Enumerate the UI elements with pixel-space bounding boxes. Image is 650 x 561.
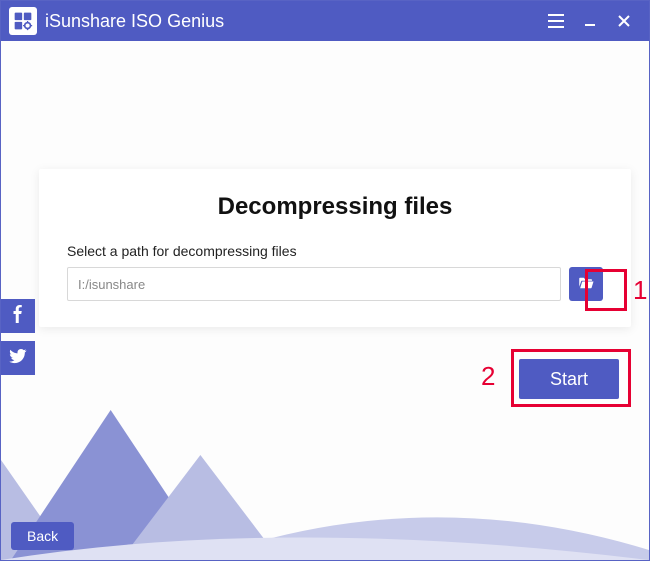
twitter-icon xyxy=(9,347,27,370)
path-row xyxy=(67,267,603,301)
titlebar: iSunshare ISO Genius xyxy=(1,1,649,41)
content-area: Decompressing files Select a path for de… xyxy=(1,41,649,560)
app-logo-icon xyxy=(9,7,37,35)
path-input[interactable] xyxy=(67,267,561,301)
app-title: iSunshare ISO Genius xyxy=(45,11,539,32)
background-mountains xyxy=(1,400,649,560)
decompress-card: Decompressing files Select a path for de… xyxy=(39,169,631,327)
back-button[interactable]: Back xyxy=(11,522,74,550)
facebook-button[interactable] xyxy=(1,299,35,333)
menu-button[interactable] xyxy=(539,1,573,41)
twitter-button[interactable] xyxy=(1,341,35,375)
path-label: Select a path for decompressing files xyxy=(67,243,603,259)
close-button[interactable] xyxy=(607,1,641,41)
app-window: iSunshare ISO Genius Decompressing files xyxy=(0,0,650,561)
facebook-icon xyxy=(9,305,27,328)
minimize-button[interactable] xyxy=(573,1,607,41)
annotation-number-2: 2 xyxy=(481,361,495,392)
folder-open-icon xyxy=(577,274,595,295)
annotation-number-1: 1 xyxy=(633,275,647,306)
card-heading: Decompressing files xyxy=(67,193,603,221)
browse-button[interactable] xyxy=(569,267,603,301)
start-button[interactable]: Start xyxy=(519,359,619,399)
